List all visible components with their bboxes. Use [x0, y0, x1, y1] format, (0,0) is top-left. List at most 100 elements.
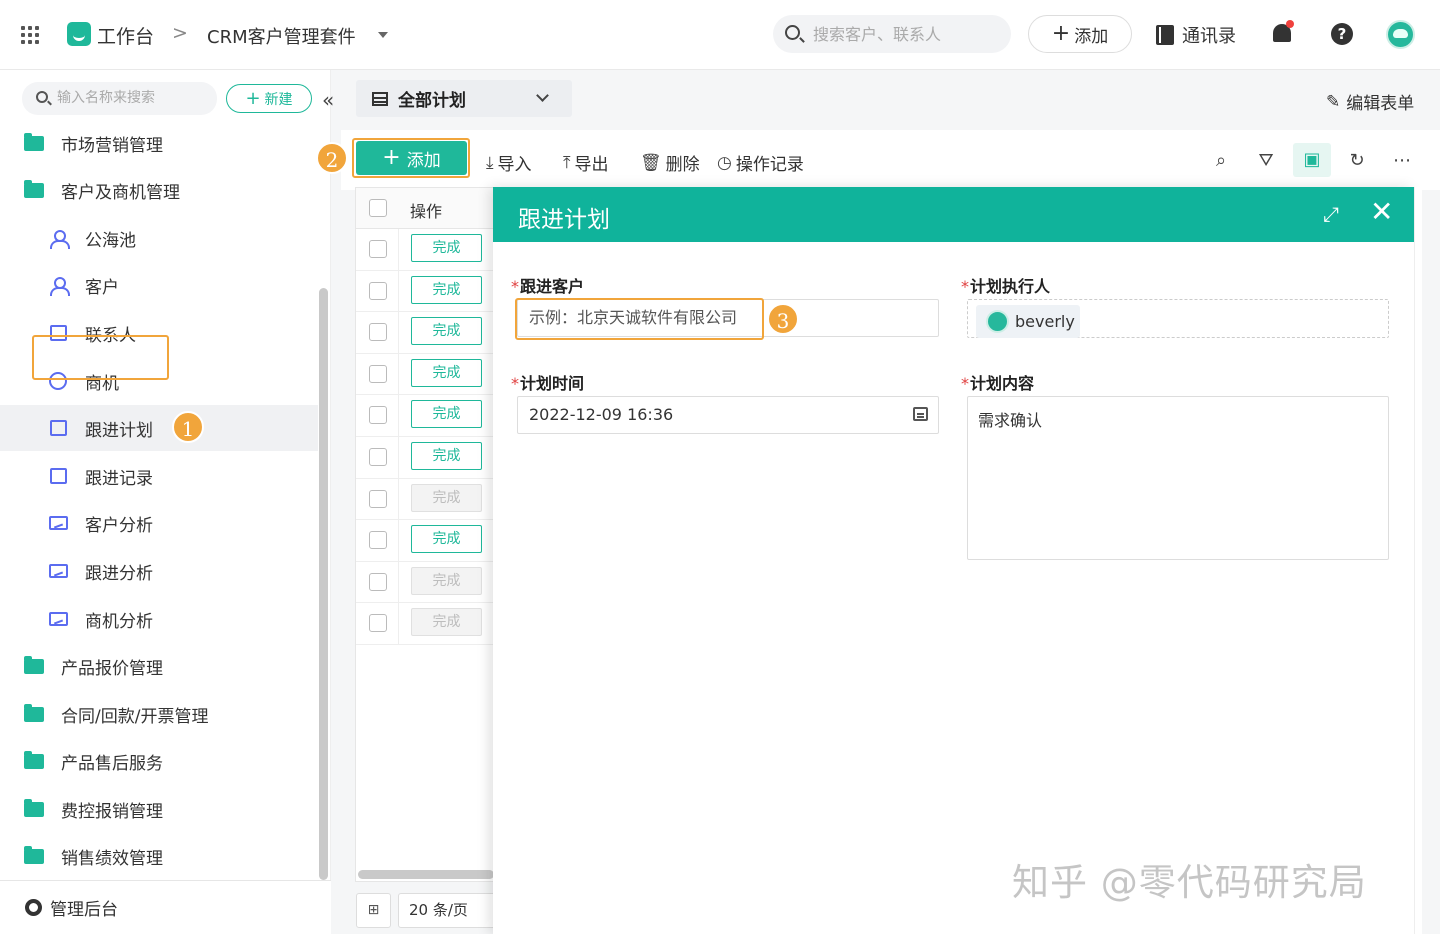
- search-icon[interactable]: ⌕: [1210, 150, 1232, 172]
- sidebar-scrollbar[interactable]: [319, 288, 328, 880]
- collapse-sidebar-icon[interactable]: «: [322, 88, 334, 112]
- owner-chip[interactable]: beverly: [976, 305, 1080, 338]
- more-icon[interactable]: ⋯: [1391, 150, 1413, 172]
- workspace-logo-icon: [67, 22, 91, 46]
- admin-console-label: 管理后台: [50, 900, 118, 920]
- export-button[interactable]: ⤒ 导出: [563, 150, 609, 176]
- complete-button[interactable]: 完成: [411, 275, 482, 304]
- app-name[interactable]: CRM客户管理套件: [207, 23, 356, 49]
- table-row[interactable]: 完成: [356, 395, 496, 437]
- complete-button[interactable]: 完成: [411, 234, 482, 262]
- content-field-textarea[interactable]: 需求确认: [967, 396, 1389, 560]
- plus-icon: +: [245, 87, 261, 109]
- pencil-icon: ✎: [1326, 91, 1341, 112]
- sidebar-item[interactable]: 市场营销管理: [0, 120, 318, 166]
- complete-button[interactable]: 完成: [411, 317, 482, 346]
- row-checkbox[interactable]: [369, 614, 387, 633]
- close-icon[interactable]: ✕: [1370, 198, 1394, 226]
- contacts-button[interactable]: 通讯录: [1156, 22, 1236, 48]
- global-search[interactable]: [773, 15, 1011, 53]
- column-divider: [398, 395, 399, 436]
- row-checkbox[interactable]: [369, 489, 387, 508]
- select-all-checkbox[interactable]: [369, 199, 387, 217]
- row-checkbox[interactable]: [369, 531, 387, 550]
- sidebar-search[interactable]: [22, 82, 217, 115]
- records-table: 操作 完成 完成 完成 完成 完成 完成 完成 完成 完成 完成: [355, 187, 496, 882]
- complete-button[interactable]: 完成: [411, 525, 482, 554]
- folder-icon: [24, 179, 44, 198]
- view-selector[interactable]: 全部计划: [356, 80, 572, 117]
- folder-icon: [24, 703, 44, 722]
- operation-log-button[interactable]: ◷ 操作记录: [717, 150, 804, 176]
- sidebar-new-button[interactable]: + 新建: [226, 84, 312, 113]
- expand-icon[interactable]: ⤢: [1323, 202, 1345, 226]
- sidebar-item[interactable]: 客户: [0, 262, 318, 308]
- sidebar-item-label: 客户分析: [85, 515, 153, 536]
- sidebar-search-input[interactable]: [57, 88, 207, 108]
- pager-settings-icon[interactable]: ⊞: [356, 893, 391, 928]
- plus-icon: +: [1051, 21, 1071, 46]
- table-row[interactable]: 完成: [356, 603, 496, 645]
- user-avatar[interactable]: [1386, 20, 1415, 49]
- sidebar-item[interactable]: 合同/回款/开票管理: [0, 691, 318, 737]
- table-row[interactable]: 完成: [356, 478, 496, 521]
- table-horizontal-scrollbar[interactable]: [358, 870, 494, 879]
- page-size-select[interactable]: 20 条/页: [398, 893, 498, 928]
- folder-icon: [24, 798, 44, 817]
- row-checkbox[interactable]: [369, 364, 387, 383]
- top-add-button[interactable]: + 添加: [1028, 15, 1132, 53]
- row-checkbox[interactable]: [369, 281, 387, 300]
- sidebar-item[interactable]: 跟进记录: [0, 453, 318, 499]
- complete-button: 完成: [411, 566, 482, 595]
- sidebar-item[interactable]: 产品报价管理: [0, 643, 318, 689]
- view-label: 全部计划: [398, 91, 466, 111]
- refresh-icon[interactable]: ↻: [1346, 150, 1368, 172]
- contacts-label: 通讯录: [1182, 26, 1236, 47]
- time-field-input[interactable]: 2022-12-09 16:36: [517, 396, 939, 434]
- complete-button[interactable]: 完成: [411, 400, 482, 429]
- sidebar-item[interactable]: 销售绩效管理: [0, 833, 318, 879]
- global-search-input[interactable]: [813, 23, 998, 45]
- sidebar-item[interactable]: 公海池: [0, 215, 318, 261]
- import-button[interactable]: ⤓ 导入: [486, 150, 532, 176]
- app-grid-icon[interactable]: [21, 26, 41, 44]
- row-checkbox[interactable]: [369, 406, 387, 425]
- sidebar-item[interactable]: 客户分析: [0, 500, 318, 546]
- complete-button[interactable]: 完成: [411, 442, 482, 470]
- sidebar-item[interactable]: 跟进分析: [0, 548, 318, 594]
- customer-field-label: *跟进客户: [511, 277, 585, 296]
- row-checkbox[interactable]: [369, 448, 387, 466]
- table-row[interactable]: 完成: [356, 437, 496, 479]
- row-checkbox[interactable]: [369, 240, 387, 258]
- calendar-icon[interactable]: [913, 407, 928, 421]
- edit-form-button[interactable]: ✎ 编辑表单: [1326, 89, 1414, 115]
- sidebar-item[interactable]: 客户及商机管理: [0, 167, 318, 213]
- chart-monitor-icon: [48, 513, 68, 533]
- folder-icon: [24, 845, 44, 864]
- admin-console-link[interactable]: 管理后台: [0, 880, 331, 934]
- workspace-link[interactable]: 工作台: [97, 22, 154, 49]
- import-label: 导入: [497, 155, 532, 175]
- table-row[interactable]: 完成: [356, 561, 496, 604]
- row-checkbox[interactable]: [369, 323, 387, 342]
- table-row[interactable]: 完成: [356, 520, 496, 562]
- table-row[interactable]: 完成: [356, 229, 496, 271]
- delete-button[interactable]: 🗑 删除: [640, 150, 700, 176]
- sidebar-item-label: 费控报销管理: [61, 801, 163, 822]
- sidebar-item[interactable]: 费控报销管理: [0, 786, 318, 832]
- sidebar-item[interactable]: 商机分析: [0, 596, 318, 642]
- table-row[interactable]: 完成: [356, 312, 496, 354]
- sidebar-item[interactable]: 产品售后服务: [0, 738, 318, 784]
- filter-icon[interactable]: ⛛: [1255, 150, 1277, 172]
- help-icon[interactable]: ?: [1331, 23, 1353, 45]
- view-toggle-icon[interactable]: ▣: [1293, 143, 1331, 177]
- table-row[interactable]: 完成: [356, 270, 496, 313]
- notification-bell-icon[interactable]: [1273, 20, 1294, 42]
- sidebar-item[interactable]: 跟进计划: [0, 405, 318, 451]
- table-row[interactable]: 完成: [356, 353, 496, 396]
- sidebar-new-label: 新建: [264, 91, 293, 108]
- row-checkbox[interactable]: [369, 572, 387, 591]
- complete-button[interactable]: 完成: [411, 358, 482, 387]
- download-icon: ⤓: [486, 152, 494, 173]
- chevron-down-icon[interactable]: [378, 32, 388, 38]
